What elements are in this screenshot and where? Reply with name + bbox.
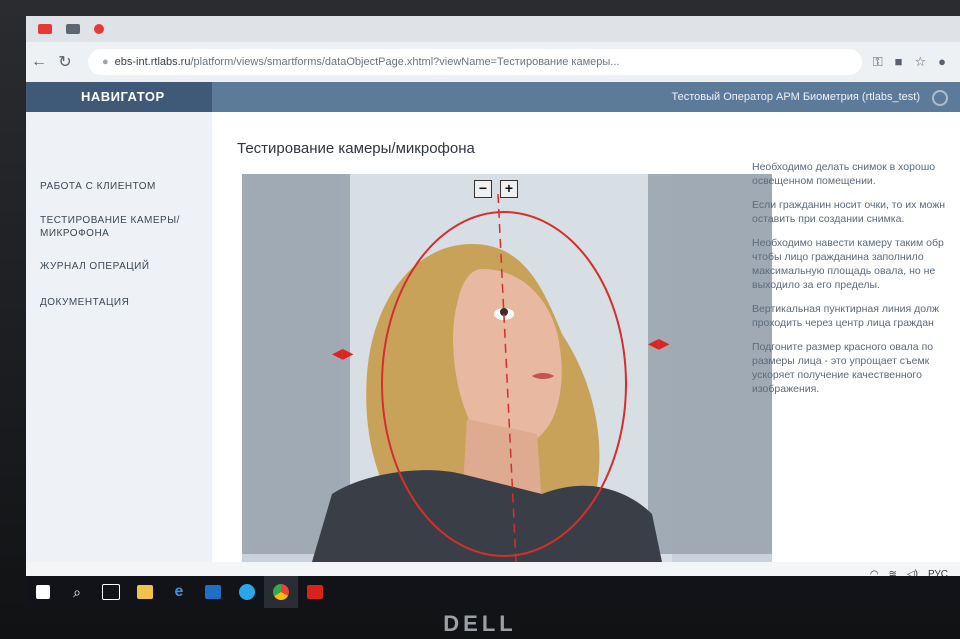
instruction-center-line: Вертикальная пунктирная линия долж прохо…: [752, 303, 939, 329]
resize-right-handle-icon[interactable]: ◀▶: [648, 336, 670, 350]
bookmark-star-icon[interactable]: ☆: [914, 54, 926, 70]
instruction-camera-aim: Необходимо навести камеру таким обр чтоб…: [752, 237, 944, 291]
sidebar-item-client-work[interactable]: РАБОТА С КЛИЕНТОМ: [40, 180, 200, 193]
chrome-icon[interactable]: [264, 576, 298, 608]
screen: ← ↻ ● ebs-int.rtlabs.ru/platform/views/sm…: [26, 16, 960, 608]
page-title: Тестирование камеры/микрофона: [237, 140, 475, 157]
zoom-plus-button[interactable]: +: [500, 180, 518, 198]
instruction-oval-size: Подгоните размер красного овала по разме…: [752, 341, 934, 395]
operator-name: Тестовый Оператор АРМ Биометрия (rtlabs_…: [671, 91, 920, 103]
back-icon[interactable]: ←: [26, 53, 52, 71]
reload-icon[interactable]: ↻: [52, 52, 78, 72]
browser-right-icons: ⚿ ■ ☆ ●: [873, 54, 960, 70]
record-icon[interactable]: [94, 24, 104, 34]
logout-icon[interactable]: [932, 90, 948, 106]
key-icon[interactable]: ⚿: [873, 54, 883, 70]
sidebar: РАБОТА С КЛИЕНТОМ ТЕСТИРОВАНИЕ КАМЕРЫ/ М…: [26, 112, 213, 562]
search-icon[interactable]: ⌕: [60, 576, 94, 608]
browser-addressbar: ← ↻ ● ebs-int.rtlabs.ru/platform/views/sm…: [26, 42, 960, 82]
camera-permission-icon[interactable]: ■: [895, 54, 903, 70]
navigator-title[interactable]: НАВИГАТОР: [26, 82, 212, 112]
dell-logo: DELL: [443, 611, 517, 636]
edge-icon[interactable]: e: [162, 576, 196, 608]
taskbar: ⌕ e: [26, 576, 960, 608]
app-header: НАВИГАТОР Тестовый Оператор АРМ Биометри…: [26, 82, 960, 112]
outlook-icon[interactable]: [196, 576, 230, 608]
shirt-shape: [312, 470, 662, 562]
face-figure: [312, 193, 662, 562]
skype-icon[interactable]: [230, 576, 264, 608]
url-field[interactable]: ● ebs-int.rtlabs.ru/platform/views/smartf…: [88, 49, 862, 75]
file-explorer-icon[interactable]: [128, 576, 162, 608]
cast-icon[interactable]: [66, 24, 80, 34]
instruction-lighting: Необходимо делать снимок в хорошо освеще…: [752, 161, 936, 187]
url-path: /platform/views/smartforms/dataObjectPag…: [190, 56, 620, 68]
acrobat-icon[interactable]: [298, 576, 332, 608]
windows-start-icon[interactable]: [26, 576, 60, 608]
zoom-minus-button[interactable]: −: [474, 180, 492, 198]
sidebar-item-documentation[interactable]: ДОКУМЕНТАЦИЯ: [40, 296, 200, 309]
instructions-panel: Необходимо делать снимок в хорошо освеще…: [752, 160, 960, 406]
instruction-glasses: Если гражданин носит очки, то их можн ос…: [752, 199, 946, 225]
lock-icon: ●: [102, 56, 109, 68]
main-content: Тестирование камеры/микрофона − + ◀▶ ◀▶ …: [212, 112, 960, 562]
youtube-icon[interactable]: [38, 24, 52, 34]
resize-left-handle-icon[interactable]: ◀▶: [332, 346, 354, 360]
browser-tabstrip: [26, 16, 960, 42]
sidebar-item-camera-test[interactable]: ТЕСТИРОВАНИЕ КАМЕРЫ/ МИКРОФОНА: [40, 214, 200, 240]
url-host: ebs-int.rtlabs.ru: [114, 56, 191, 68]
camera-preview: − + ◀▶ ◀▶: [242, 174, 772, 562]
task-view-icon[interactable]: [94, 576, 128, 608]
sidebar-item-operations-log[interactable]: ЖУРНАЛ ОПЕРАЦИЙ: [40, 260, 200, 273]
profile-icon[interactable]: ●: [938, 54, 946, 70]
